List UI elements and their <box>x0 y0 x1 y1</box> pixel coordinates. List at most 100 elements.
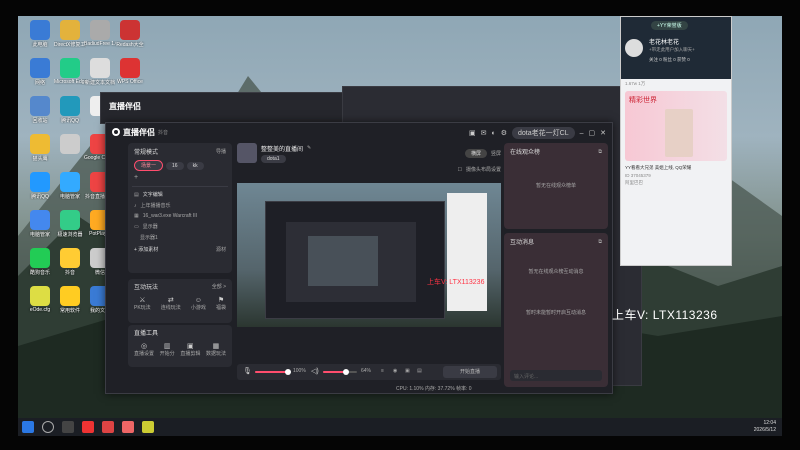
tool-data[interactable]: ▦ 数据玩法 <box>206 342 226 357</box>
close-icon[interactable]: ✕ <box>600 129 606 137</box>
bg-window-title: 直播伴侣 <box>109 102 141 111</box>
desktop-icon[interactable]: 回收站 <box>24 96 56 124</box>
desktop-icon-label: DirectX修复工具 <box>54 42 86 48</box>
desktop-icon[interactable]: 网络 <box>24 58 56 86</box>
landscape-toggle[interactable]: 横屏 <box>464 148 487 158</box>
mode-select[interactable]: 常规模式 <box>134 147 158 156</box>
popout-icon[interactable]: ⧉ <box>598 239 602 245</box>
stream-title[interactable]: 整整美的直播间 <box>261 144 303 153</box>
profile-avatar[interactable] <box>625 39 643 57</box>
clock[interactable]: 12:04 2026/5/12 <box>754 420 776 434</box>
source-item[interactable]: 显示器1 <box>140 234 158 241</box>
edit-icon[interactable]: ✎ <box>307 145 311 151</box>
interactive-item[interactable]: ⚔ PK玩法 <box>134 296 151 311</box>
mic-icon[interactable]: 🎙 <box>243 367 252 375</box>
desktop-icon-label: BadiudFree 1.0 <box>84 41 116 47</box>
scene-tab-3[interactable]: kk <box>186 161 204 170</box>
desktop-icon[interactable]: 极速浏览器 <box>54 210 86 238</box>
layout-icon[interactable]: ▤ <box>417 368 422 374</box>
app-icon <box>30 134 50 154</box>
source-item[interactable]: 显示器 <box>143 223 158 230</box>
chrome-icon[interactable] <box>82 421 94 433</box>
interactive-item[interactable]: ⇄ 连线玩法 <box>161 296 181 311</box>
desktop-icon[interactable]: 酷狗音乐 <box>24 248 56 276</box>
profile-name: 老花林老花 <box>649 40 680 46</box>
desktop-icon[interactable]: 新建文本文档 <box>84 58 116 86</box>
user-name[interactable]: dota老花一灯CL <box>512 127 575 139</box>
stream-item-title[interactable]: YY看看大兄弟 美姐上线, QQ荣耀 <box>621 163 731 173</box>
interactive-item[interactable]: ☺ 小游戏 <box>191 297 206 311</box>
source-item[interactable]: 上年播播音乐 <box>141 202 171 209</box>
speaker-icon[interactable]: ◁) <box>311 367 319 375</box>
tools-panel: 直播工具 ◎ 直播设置 ▥ 开始分 ▣ 直播剪辑 ▦ 数据玩法 <box>128 325 232 367</box>
vip-badge: +YY荣誉版 <box>651 21 688 30</box>
mic-volume-slider[interactable] <box>255 369 291 375</box>
add-material-button[interactable]: + 添加素材 <box>134 246 158 253</box>
stream-category[interactable]: dota1 <box>261 154 286 163</box>
desktop-icon[interactable]: 电脑管家 <box>54 172 86 200</box>
desktop-icon[interactable]: 此电脑 <box>24 20 56 48</box>
desktop-icon[interactable]: eOde.cfg <box>24 286 56 313</box>
desktop-icon[interactable] <box>54 134 86 155</box>
source-item[interactable]: 16_war3.exe Warcraft III <box>143 213 197 219</box>
app-icon <box>30 172 50 192</box>
task-view-icon[interactable] <box>62 421 74 433</box>
add-scene-button[interactable]: + <box>128 171 232 184</box>
speaker-volume-slider[interactable] <box>323 369 357 375</box>
desktop-icon[interactable]: DirectX修复工具 <box>54 20 86 48</box>
desktop-icon-label: 电脑管家 <box>59 194 80 200</box>
desktop-icon-label: 腾讯QQ <box>61 118 79 124</box>
message-icon[interactable]: ✉ <box>481 129 487 137</box>
portrait-toggle[interactable]: 竖屏 <box>491 150 501 157</box>
desktop-icon[interactable]: WPS Office <box>114 58 146 85</box>
stream-item-more[interactable]: 阿里巴巴 <box>621 178 731 188</box>
desktop-icon[interactable]: Microsoft Edge <box>54 58 86 85</box>
comment-input[interactable]: 输入评论... <box>510 370 602 381</box>
filter-icon[interactable]: ≡ <box>381 368 384 374</box>
featured-banner[interactable]: 精彩世界 <box>625 91 727 161</box>
tool-clip[interactable]: ▣ 直播剪辑 <box>180 342 200 357</box>
app-icon[interactable] <box>102 421 114 433</box>
tool-item[interactable]: ▥ 开始分 <box>160 342 175 357</box>
source-header: 文字编辑 <box>142 192 163 198</box>
interactive-more-link[interactable]: 全部 > <box>212 283 226 290</box>
chat-window[interactable]: +YY荣誉版 老花林老花 +带走此用户加入聊天+ 关注 0 粉丝 0 获赞 0 … <box>620 16 732 266</box>
screenshot-icon[interactable]: ▣ <box>405 368 410 374</box>
desktop-icon[interactable]: BadiudFree 1.0 <box>84 20 116 47</box>
interactive-panel: 互动玩法 全部 > ⚔ PK玩法 ⇄ 连线玩法 ☺ 小游戏 ⚑ 福袋 <box>128 279 232 323</box>
maximize-icon[interactable]: ▢ <box>589 129 596 137</box>
desktop-icon[interactable]: 腾讯QQ <box>54 96 86 124</box>
desktop-icon-label: eOde.cfg <box>29 307 51 313</box>
start-live-button[interactable]: 开始直播 <box>443 366 497 378</box>
live-companion-taskbar-icon[interactable] <box>122 421 134 433</box>
start-icon[interactable] <box>22 421 34 433</box>
desktop-icon[interactable]: 常用软件 <box>54 286 86 314</box>
scene-tab-2[interactable]: 16 <box>166 161 184 170</box>
guide-button[interactable]: 导播 <box>216 148 226 155</box>
search-icon[interactable] <box>42 421 54 433</box>
headset-icon[interactable]: ◐ <box>492 130 496 137</box>
avatar[interactable] <box>237 143 257 163</box>
desktop-icon[interactable]: Redash大全 <box>114 20 146 48</box>
tool-live-settings[interactable]: ◎ 直播设置 <box>134 342 154 357</box>
scene-panel: 常规模式 导播 场景一 16 kk + ▤ 文字编辑 ♪ 上年播播音乐 ▦ 16_wa… <box>128 143 232 273</box>
source-settings[interactable]: 源材 <box>216 246 226 253</box>
minimize-icon[interactable]: – <box>580 130 584 137</box>
desktop-icon[interactable]: 腾讯QQ <box>24 172 56 200</box>
gift-icon[interactable]: ▣ <box>469 129 476 137</box>
desktop-icon[interactable]: 电脑管家 <box>24 210 56 238</box>
scene-tab-1[interactable]: 场景一 <box>134 160 164 171</box>
live-companion-window[interactable]: 直播伴侣 抖音 ▣ ✉ ◐ ⚙ dota老花一灯CL – ▢ ✕ 常规模式 导播… <box>105 122 613 394</box>
camera-layout-checkbox[interactable]: ☐ <box>458 167 462 173</box>
app-logo-icon <box>112 128 120 136</box>
desktop-icon-label: 电脑管家 <box>29 232 50 238</box>
tools-header: 直播工具 <box>134 331 159 337</box>
record-icon[interactable]: ◉ <box>393 368 397 374</box>
settings-icon[interactable]: ⚙ <box>501 129 507 137</box>
interactive-item[interactable]: ⚑ 福袋 <box>216 296 226 311</box>
app-icon[interactable] <box>142 421 154 433</box>
desktop-icon[interactable]: 抖音 <box>54 248 86 276</box>
stream-preview[interactable]: 上车V: LTX113236 <box>237 183 501 327</box>
popout-icon[interactable]: ⧉ <box>598 149 602 155</box>
desktop-icon[interactable]: 猫头鹰 <box>24 134 56 162</box>
